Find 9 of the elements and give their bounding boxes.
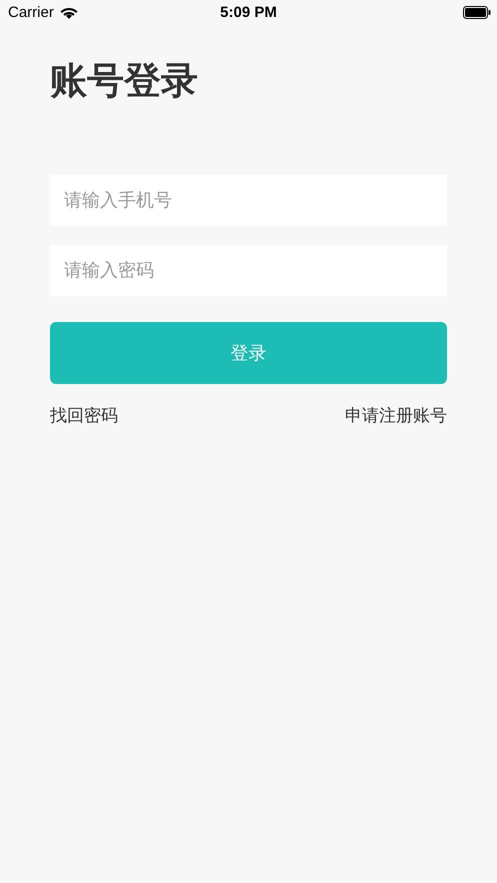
input-field[interactable]: 请输入密码 [50, 245, 447, 296]
text-link[interactable]: 申请注册账号 [345, 404, 447, 427]
input-field[interactable]: 请输入手机号 [50, 175, 447, 226]
status-time: 5:09 PM [220, 4, 277, 21]
page-title: 账号登录 [50, 58, 199, 104]
text-link[interactable]: 找回密码 [50, 404, 118, 427]
wifi-icon [60, 6, 78, 19]
carrier-name: Carrier [8, 4, 54, 21]
battery-icon [463, 6, 491, 19]
